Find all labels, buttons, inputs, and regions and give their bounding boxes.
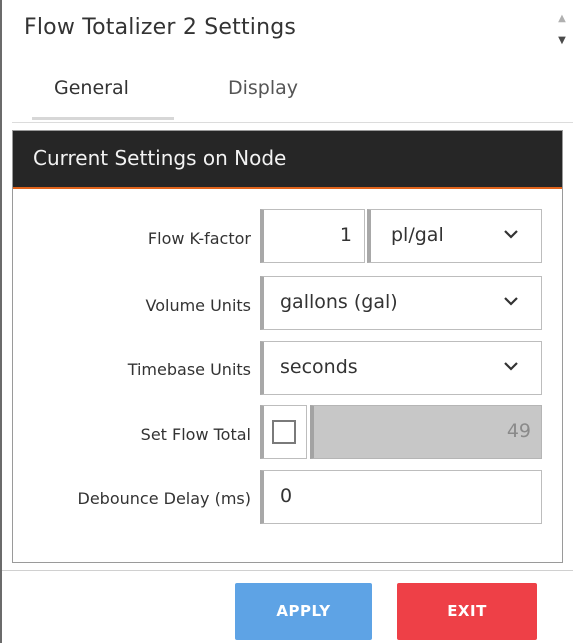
flow-k-factor-input[interactable]: 1 — [260, 209, 365, 263]
current-settings-panel: Current Settings on Node Flow K-factor 1… — [12, 130, 563, 563]
apply-button[interactable]: APPLY — [235, 583, 372, 640]
section-header: Current Settings on Node — [13, 131, 562, 189]
tab-display[interactable]: Display — [228, 77, 298, 99]
flow-k-factor-value: 1 — [339, 224, 352, 246]
tab-bar: General Display — [2, 65, 573, 123]
scroll-up-arrow-icon[interactable]: ▲ — [555, 12, 569, 26]
window-title: Flow Totalizer 2 Settings — [24, 15, 297, 40]
chevron-down-icon — [504, 362, 518, 371]
timebase-units-value: seconds — [280, 356, 358, 378]
scroll-down-arrow-icon[interactable]: ▼ — [555, 34, 569, 48]
chevron-down-icon — [504, 230, 518, 239]
timebase-units-select[interactable]: seconds — [260, 341, 542, 395]
footer-divider — [2, 570, 573, 571]
set-flow-total-checkbox[interactable] — [272, 420, 296, 444]
active-tab-indicator — [32, 117, 174, 120]
section-title: Current Settings on Node — [33, 146, 287, 170]
volume-units-label: Volume Units — [145, 296, 252, 315]
exit-button[interactable]: EXIT — [397, 583, 537, 640]
set-flow-total-input: 49 — [310, 405, 542, 459]
flow-k-factor-label: Flow K-factor — [147, 229, 251, 248]
set-flow-total-value: 49 — [506, 420, 531, 442]
settings-window: Flow Totalizer 2 Settings ▲ ▼ General Di… — [0, 0, 573, 643]
scrollbar[interactable]: ▲ ▼ — [555, 12, 569, 52]
title-bar: Flow Totalizer 2 Settings ▲ ▼ — [2, 0, 573, 65]
flow-k-factor-unit-value: pl/gal — [391, 224, 444, 246]
debounce-delay-input[interactable]: 0 — [260, 470, 542, 524]
set-flow-total-label: Set Flow Total — [140, 425, 251, 444]
volume-units-value: gallons (gal) — [280, 291, 398, 313]
timebase-units-label: Timebase Units — [127, 360, 251, 379]
volume-units-select[interactable]: gallons (gal) — [260, 276, 542, 330]
set-flow-total-checkbox-wrap — [260, 405, 307, 459]
chevron-down-icon — [504, 297, 518, 306]
tabs-divider — [12, 122, 573, 123]
flow-k-factor-unit-select[interactable]: pl/gal — [367, 209, 542, 263]
debounce-delay-label: Debounce Delay (ms) — [77, 489, 252, 508]
debounce-delay-value: 0 — [280, 485, 293, 507]
tab-general[interactable]: General — [54, 77, 129, 99]
